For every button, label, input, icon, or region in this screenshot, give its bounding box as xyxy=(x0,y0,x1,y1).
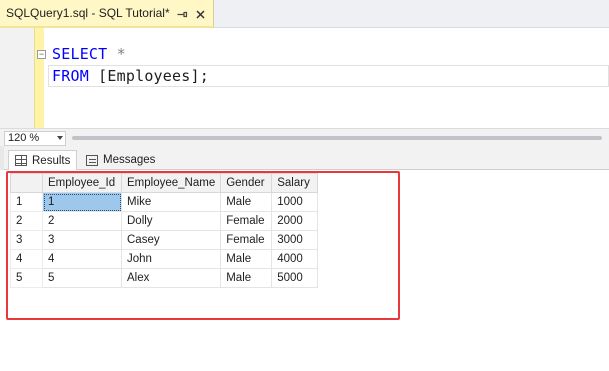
collapse-toggle-icon[interactable]: − xyxy=(37,50,46,59)
document-tab[interactable]: SQLQuery1.sql - SQL Tutorial* xyxy=(0,0,214,28)
results-tab-strip: Results Messages xyxy=(0,146,609,171)
code-line-2[interactable]: FROM [Employees]; xyxy=(52,67,209,85)
messages-icon xyxy=(86,154,98,166)
code-line-1[interactable]: SELECT * xyxy=(52,45,126,63)
grid-icon xyxy=(15,155,27,166)
tab-messages-label: Messages xyxy=(103,154,156,166)
tab-messages[interactable]: Messages xyxy=(80,150,161,170)
close-icon[interactable] xyxy=(193,7,207,21)
code-keyword: FROM xyxy=(52,67,89,85)
tab-results[interactable]: Results xyxy=(8,150,78,171)
chevron-down-icon[interactable] xyxy=(57,136,63,140)
pin-icon[interactable] xyxy=(175,7,189,21)
editor-margin xyxy=(0,28,34,128)
document-tab-title: SQLQuery1.sql - SQL Tutorial* xyxy=(6,6,170,20)
code-keyword: SELECT xyxy=(52,45,108,63)
document-tab-strip: SQLQuery1.sql - SQL Tutorial* xyxy=(0,0,609,28)
red-highlight-box xyxy=(6,171,400,320)
horizontal-scrollbar[interactable] xyxy=(72,131,602,145)
zoom-select[interactable]: 120 % xyxy=(4,131,66,146)
results-pane: Employee_Id Employee_Name Gender Salary … xyxy=(0,170,609,371)
code-text: * xyxy=(107,45,126,63)
tab-results-label: Results xyxy=(32,154,71,167)
change-indicator-bar xyxy=(34,28,44,128)
query-editor[interactable]: − SELECT * FROM [Employees]; xyxy=(0,28,609,128)
zoom-value: 120 % xyxy=(8,132,40,144)
zoom-bar: 120 % xyxy=(0,128,609,146)
code-text: [Employees]; xyxy=(88,67,209,85)
scrollbar-thumb[interactable] xyxy=(72,136,602,140)
